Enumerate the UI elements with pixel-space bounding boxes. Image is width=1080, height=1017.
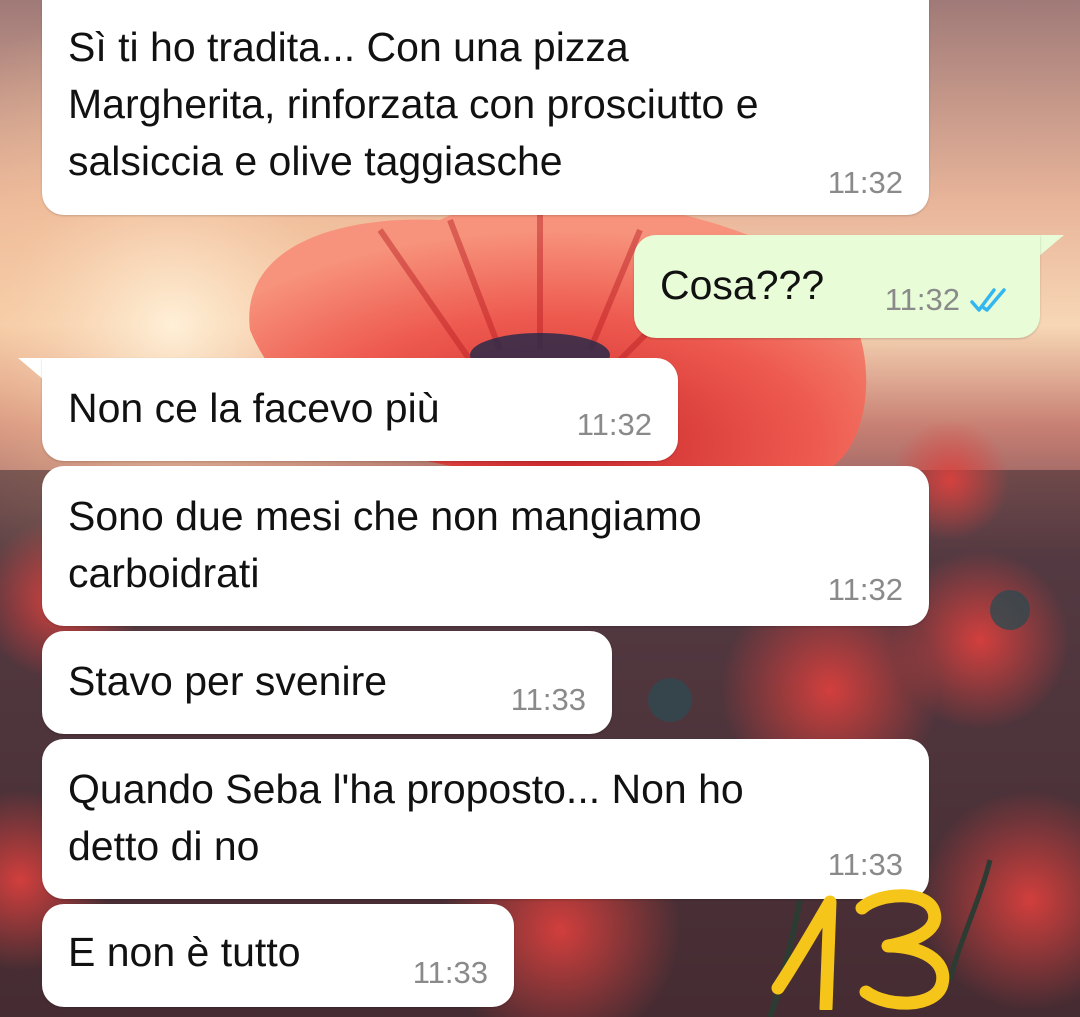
message-time: 11:32 bbox=[884, 282, 960, 317]
message-meta: 11:33 bbox=[828, 847, 903, 883]
incoming-message-bubble[interactable]: Quando Seba l'ha proposto... Non ho dett… bbox=[42, 739, 929, 899]
outgoing-message-bubble[interactable]: Cosa??? 11:32 bbox=[634, 235, 1040, 338]
message-text: Quando Seba l'ha proposto... Non ho dett… bbox=[68, 766, 744, 869]
message-meta: 11:32 bbox=[577, 407, 652, 443]
message-time: 11:33 bbox=[412, 955, 488, 990]
message-text: Stavo per svenire bbox=[68, 658, 388, 704]
message-meta: 11:33 bbox=[413, 955, 488, 991]
message-time: 11:32 bbox=[576, 407, 652, 442]
message-meta: 11:33 bbox=[511, 682, 586, 718]
message-meta: 11:32 bbox=[828, 165, 903, 201]
incoming-message-bubble[interactable]: Sono due mesi che non mangiamo carboidra… bbox=[42, 466, 929, 626]
chat-message-list[interactable]: Sì ti ho tradita... Con una pizza Marghe… bbox=[0, 0, 1080, 1017]
message-meta: 11:32 bbox=[828, 572, 903, 608]
outgoing-bubble-tail bbox=[1038, 235, 1064, 257]
message-time: 11:32 bbox=[827, 165, 903, 200]
message-text: Sì ti ho tradita... Con una pizza Marghe… bbox=[68, 24, 759, 184]
read-receipt-double-check-icon bbox=[970, 288, 1006, 312]
message-text: Sono due mesi che non mangiamo carboidra… bbox=[68, 493, 702, 596]
message-meta: 11:32 bbox=[885, 282, 1014, 318]
overlay-number-text: 13 bbox=[770, 880, 772, 881]
message-time: 11:32 bbox=[827, 572, 903, 607]
incoming-message-bubble[interactable]: Sì ti ho tradita... Con una pizza Marghe… bbox=[42, 0, 929, 215]
message-time: 11:33 bbox=[510, 682, 586, 717]
incoming-message-bubble[interactable]: Non ce la facevo più 11:32 bbox=[42, 358, 678, 461]
handwritten-number-overlay: 13 bbox=[770, 880, 950, 1010]
incoming-message-bubble[interactable]: E non è tutto 11:33 bbox=[42, 904, 514, 1007]
incoming-bubble-tail bbox=[18, 358, 44, 380]
message-text: Non ce la facevo più bbox=[68, 385, 440, 431]
message-time: 11:33 bbox=[827, 847, 903, 882]
incoming-message-bubble[interactable]: Stavo per svenire 11:33 bbox=[42, 631, 612, 734]
